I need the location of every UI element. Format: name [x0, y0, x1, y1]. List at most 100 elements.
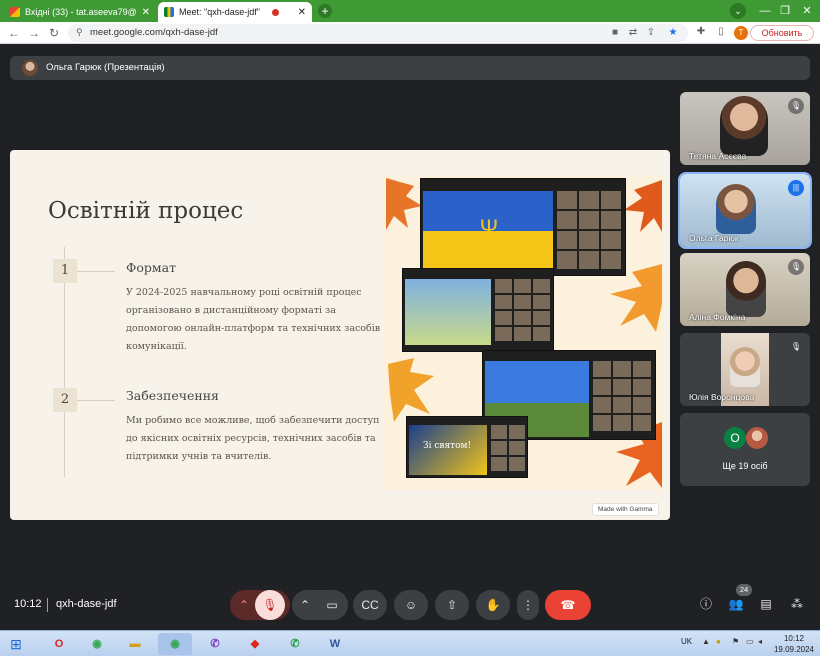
- chrome-active-icon[interactable]: ◉: [158, 633, 192, 655]
- present-screen-button[interactable]: ⇧: [435, 590, 469, 620]
- maple-leaf-icon: [388, 358, 434, 422]
- restore-icon[interactable]: ❐: [776, 2, 794, 20]
- raise-hand-button[interactable]: ✋: [476, 590, 510, 620]
- mic-off-icon: 🎙: [790, 342, 802, 351]
- maple-leaf-icon: [386, 178, 422, 230]
- activities-icon[interactable]: ⁂: [787, 594, 807, 614]
- chrome-icon[interactable]: ◉: [80, 633, 114, 655]
- participant-video: [720, 96, 768, 156]
- tab-meet[interactable]: Meet: "qxh-dase-jdf" ✕: [158, 2, 312, 22]
- back-arrow-icon[interactable]: ←: [6, 25, 22, 41]
- tray-time: 10:12: [783, 634, 805, 643]
- whatsapp-icon[interactable]: ✆: [278, 633, 312, 655]
- participant-video: [726, 261, 766, 317]
- mic-off-icon: 🎙: [788, 98, 804, 114]
- viber-icon[interactable]: ✆: [198, 633, 232, 655]
- step-heading-2: Забезпечення: [126, 388, 219, 403]
- site-info-icon[interactable]: ⚲: [76, 27, 83, 38]
- timeline-connector: [77, 271, 115, 272]
- mic-options-chevron-icon[interactable]: ⌃: [230, 590, 258, 620]
- tray-volume-icon[interactable]: ◂: [758, 637, 762, 646]
- minimize-icon[interactable]: —: [756, 2, 774, 20]
- opera-icon[interactable]: O: [42, 633, 76, 655]
- windows-start-icon[interactable]: ⊞: [4, 634, 28, 654]
- participant-tile[interactable]: ||| Ольга Гарюк: [678, 172, 812, 249]
- tray-expand-icon[interactable]: ▲: [702, 637, 710, 646]
- camera-options-chevron-icon[interactable]: ⌃: [292, 590, 318, 620]
- more-options-button[interactable]: ⋮: [517, 590, 539, 620]
- side-panel-icon[interactable]: ▯: [714, 25, 728, 39]
- participant-name: Аліна Фомкіна: [689, 312, 746, 322]
- forward-arrow-icon[interactable]: →: [26, 25, 42, 41]
- tab-meet-title: Meet: "qxh-dase-jdf": [179, 7, 260, 17]
- participant-name: Юлія Воронцова: [689, 392, 755, 402]
- anydesk-icon[interactable]: ◆: [238, 633, 272, 655]
- more-participants-tile[interactable]: О Ще 19 осіб: [680, 413, 810, 486]
- close-tab-icon[interactable]: ✕: [136, 7, 150, 18]
- tab-gmail-title: Вхідні (33) - tat.aseeva79@gmail: [25, 7, 136, 17]
- windows-taskbar: ⊞ O ◉ ▬ ◉ ✆ ◆ ✆ W UK ▲ ● ⚑ ▭ ◂ 10:12 19.…: [0, 630, 820, 656]
- meet-icon: [164, 7, 174, 17]
- browser-tab-strip: Вхідні (33) - tat.aseeva79@gmail ✕ Meet:…: [0, 0, 820, 22]
- chat-icon[interactable]: ▤: [756, 594, 776, 614]
- camera-button[interactable]: ▭: [317, 590, 347, 620]
- tray-flag-icon[interactable]: ⚑: [732, 637, 739, 646]
- profile-avatar[interactable]: Т: [734, 26, 748, 40]
- leave-call-button[interactable]: ☎: [545, 590, 591, 620]
- share-icon[interactable]: ⇪: [644, 26, 658, 40]
- tray-clock[interactable]: 10:12 19.09.2024: [772, 633, 816, 655]
- camera-in-use-icon[interactable]: ■: [608, 26, 622, 40]
- participant-tile[interactable]: 🎙 Юлія Воронцова: [680, 333, 810, 406]
- school-banner-image: [405, 279, 491, 345]
- made-with-gamma-badge[interactable]: Made with Gamma: [592, 503, 659, 516]
- participant-name: Ольга Гарюк: [689, 233, 739, 243]
- tab-gmail[interactable]: Вхідні (33) - tat.aseeva79@gmail ✕: [4, 2, 156, 22]
- emoji-reactions-button[interactable]: ☺: [394, 590, 428, 620]
- collage-caption: Зі святом!: [423, 441, 472, 451]
- gmail-icon: [10, 7, 20, 17]
- word-icon[interactable]: W: [318, 633, 352, 655]
- meeting-details-icon[interactable]: ⓘ: [696, 594, 716, 614]
- close-window-icon[interactable]: ✕: [798, 2, 816, 20]
- presenter-avatar: [22, 60, 38, 76]
- tray-monitor-icon[interactable]: ▭: [746, 637, 754, 646]
- recording-dot-icon: [272, 8, 280, 16]
- participant-tile[interactable]: 🎙 Тетяна Асєєва: [680, 92, 810, 165]
- meeting-code: qxh-dase-jdf: [56, 598, 117, 610]
- mic-off-icon: 🎙: [788, 259, 804, 275]
- meeting-screenshot-4: Зі святом!: [406, 416, 528, 478]
- reload-icon[interactable]: ↻: [46, 25, 62, 41]
- tab-search-chevron-icon[interactable]: ⌄: [730, 3, 746, 19]
- address-bar[interactable]: ⚲ meet.google.com/qxh-dase-jdf ■ ⇄ ⇪ ★: [68, 24, 688, 42]
- tray-date: 19.09.2024: [773, 645, 815, 654]
- tray-network-icon[interactable]: ●: [716, 637, 721, 646]
- extensions-icon[interactable]: ✚: [694, 25, 708, 39]
- input-language[interactable]: UK: [681, 637, 692, 646]
- file-explorer-icon[interactable]: ▬: [118, 633, 152, 655]
- step-number-2: 2: [53, 388, 77, 412]
- more-participants-label: Ще 19 осіб: [722, 461, 768, 471]
- url-text: meet.google.com/qxh-dase-jdf: [90, 27, 218, 38]
- captions-button[interactable]: CC: [353, 590, 387, 620]
- step-heading-1: Формат: [126, 260, 176, 275]
- participant-video: [716, 184, 756, 234]
- participant-photo-avatar: [746, 427, 768, 449]
- speaking-indicator-icon: |||: [788, 180, 804, 196]
- timeline-connector: [77, 400, 115, 401]
- participant-tile[interactable]: 🎙 Аліна Фомкіна: [680, 253, 810, 326]
- update-browser-button[interactable]: Обновить: [750, 25, 814, 41]
- translate-icon[interactable]: ⇄: [626, 26, 640, 40]
- step-body-2: Ми робимо все можливе, щоб забезпечити д…: [126, 415, 380, 462]
- presenter-bar: Ольга Гарюк (Презентація): [10, 56, 810, 80]
- screenshot-collage-image: Ψ Зі святом!: [384, 176, 664, 490]
- participant-initial-avatar: О: [724, 427, 746, 449]
- new-tab-button[interactable]: +: [318, 4, 332, 18]
- mic-off-button[interactable]: 🎙: [255, 590, 285, 620]
- slide-title: Освітній процес: [48, 198, 244, 224]
- close-tab-icon[interactable]: ✕: [292, 7, 306, 18]
- people-icon[interactable]: 👥: [726, 594, 746, 614]
- meeting-screenshot-2: [402, 268, 554, 352]
- step-number-1: 1: [53, 259, 77, 283]
- meeting-screenshot-1: Ψ: [420, 178, 626, 276]
- bookmark-star-icon[interactable]: ★: [666, 26, 680, 40]
